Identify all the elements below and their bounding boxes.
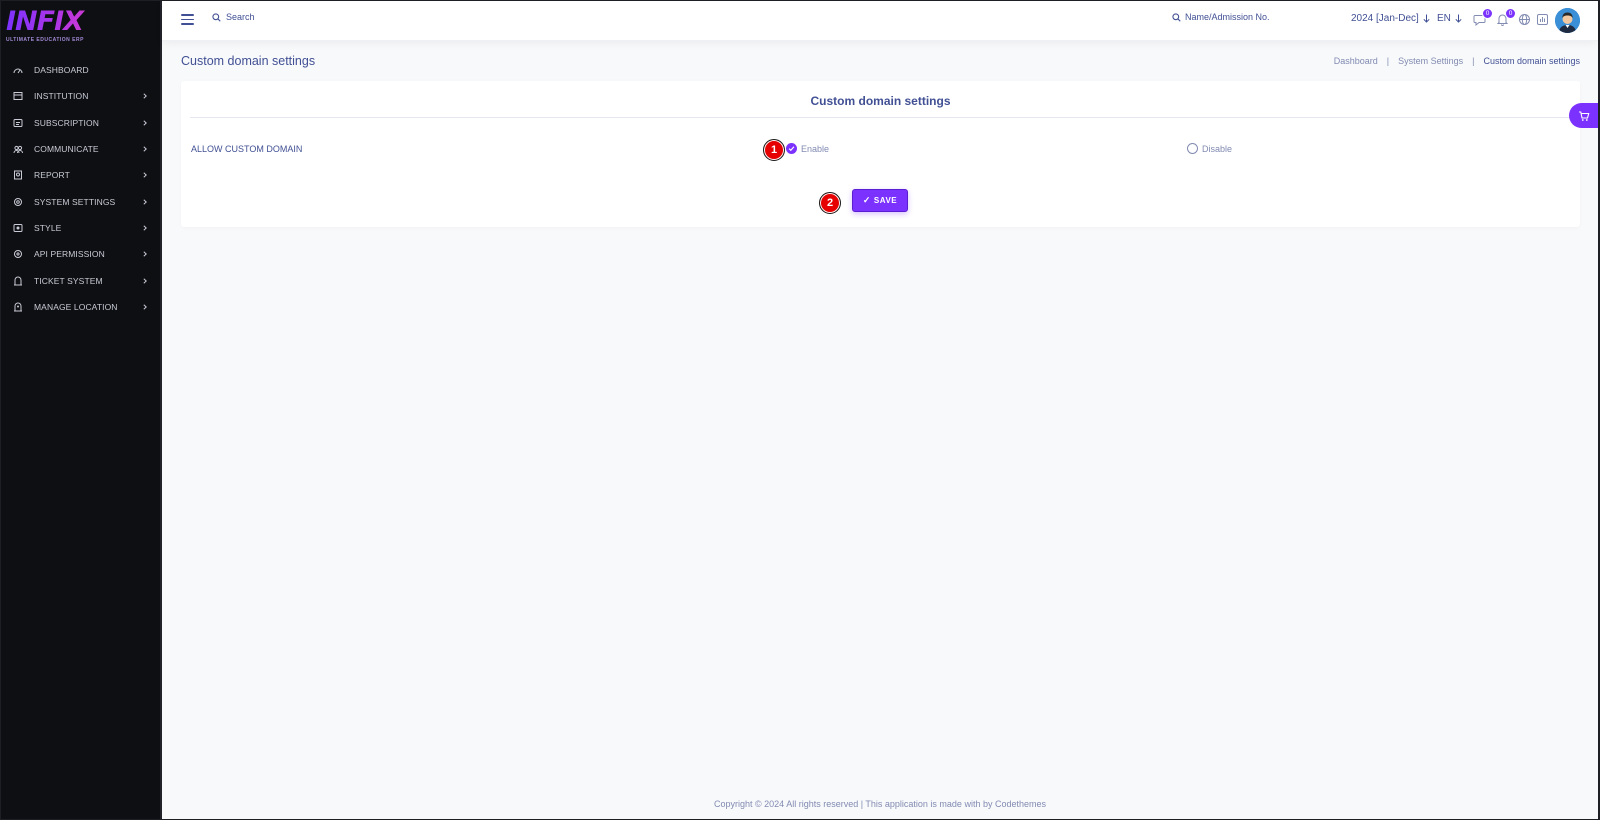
- floating-cart-button[interactable]: [1569, 103, 1599, 128]
- global-search: [212, 12, 386, 22]
- sidebar-item-label: INSTITUTION: [34, 91, 89, 102]
- sidebar-item-api-permission[interactable]: API PERMISSION: [0, 241, 160, 267]
- ticket-icon: [13, 276, 23, 286]
- notifications-badge: 0: [1505, 8, 1516, 19]
- chevron-right-icon: [142, 251, 148, 257]
- institution-icon: [13, 91, 23, 101]
- session-selector[interactable]: 2024 [Jan-Dec]: [1351, 13, 1430, 24]
- sidebar: INFIX ULTIMATE EDUCATION ERP DASHBOARD IN…: [0, 0, 162, 820]
- sidebar-item-style[interactable]: STYLE: [0, 215, 160, 241]
- sidebar-item-label: TICKET SYSTEM: [34, 275, 103, 286]
- radio-unchecked-icon: [1187, 143, 1198, 154]
- analytics-button[interactable]: [1536, 13, 1549, 26]
- cart-icon: [1579, 110, 1590, 121]
- breadcrumb-system-settings[interactable]: System Settings: [1398, 56, 1463, 66]
- step-marker-1: 1: [763, 139, 785, 161]
- communicate-icon: [13, 144, 23, 154]
- breadcrumb-separator: |: [1386, 56, 1390, 66]
- search-input[interactable]: [226, 12, 386, 22]
- sidebar-item-label: STYLE: [34, 222, 62, 233]
- sidebar-item-dashboard[interactable]: DASHBOARD: [0, 57, 160, 83]
- enable-label: Enable: [801, 143, 830, 154]
- breadcrumb-separator: |: [1472, 56, 1475, 66]
- check-icon: ✓: [862, 195, 871, 205]
- logo-text: INFIX: [6, 8, 156, 36]
- sidebar-item-subscription[interactable]: SUBSCRIPTION: [0, 110, 160, 136]
- sidebar-item-label: API PERMISSION: [34, 249, 105, 260]
- allow-custom-domain-label: ALLOW CUSTOM DOMAIN: [191, 144, 303, 154]
- footer-copyright: Copyright © 2024 All rights reserved | T…: [714, 799, 1046, 809]
- sidebar-item-label: REPORT: [34, 170, 70, 181]
- sidebar-item-manage-location[interactable]: MANAGE LOCATION: [0, 294, 160, 320]
- messages-badge: 0: [1482, 8, 1493, 19]
- search-icon: [1172, 12, 1181, 22]
- chevron-right-icon: [142, 146, 148, 152]
- style-icon: [13, 223, 23, 233]
- page-title: Custom domain settings: [181, 54, 316, 68]
- settings-icon: [13, 197, 23, 207]
- sidebar-item-label: COMMUNICATE: [34, 144, 99, 155]
- chart-icon: [1537, 14, 1548, 25]
- website-button[interactable]: [1518, 13, 1531, 26]
- avatar[interactable]: [1555, 8, 1580, 33]
- chevron-right-icon: [142, 277, 148, 284]
- step-marker-2: 2: [819, 192, 841, 214]
- chevron-right-icon: [142, 120, 148, 126]
- chevron-right-icon: [142, 172, 148, 178]
- sidebar-item-ticket-system[interactable]: TICKET SYSTEM: [0, 267, 160, 293]
- enable-radio[interactable]: Enable: [786, 143, 829, 154]
- globe-icon: [1519, 14, 1530, 25]
- disable-label: Disable: [1202, 143, 1233, 154]
- logo-tagline: ULTIMATE EDUCATION ERP: [6, 37, 84, 43]
- sidebar-item-label: SYSTEM SETTINGS: [34, 196, 116, 207]
- chevron-right-icon: [142, 225, 148, 231]
- chevron-right-icon: [142, 304, 148, 310]
- sidebar-item-report[interactable]: REPORT: [0, 162, 160, 188]
- sidebar-item-communicate[interactable]: COMMUNICATE: [0, 136, 160, 162]
- custom-domain-card: Custom domain settings ALLOW CUSTOM DOMA…: [181, 81, 1580, 227]
- subscription-icon: [13, 118, 23, 128]
- chevron-right-icon: [142, 93, 148, 100]
- sidebar-nav: DASHBOARD INSTITUTION SUBSCRIPTION COMMUNIC…: [0, 57, 160, 320]
- sidebar-item-label: MANAGE LOCATION: [34, 301, 118, 312]
- notifications-button[interactable]: 0: [1496, 8, 1516, 26]
- logo[interactable]: INFIX ULTIMATE EDUCATION ERP: [6, 8, 156, 48]
- breadcrumb-current: Custom domain settings: [1483, 56, 1580, 66]
- arrow-down-icon: [1423, 14, 1430, 23]
- sidebar-item-institution[interactable]: INSTITUTION: [0, 83, 160, 109]
- student-search: [1172, 12, 1315, 22]
- divider: [190, 117, 1571, 118]
- breadcrumb-dashboard[interactable]: Dashboard: [1334, 56, 1378, 66]
- radio-checked-icon: [786, 143, 797, 154]
- dashboard-icon: [13, 65, 23, 75]
- messages-button[interactable]: 0: [1473, 8, 1493, 26]
- card-title: Custom domain settings: [810, 94, 951, 108]
- save-label: SAVE: [873, 196, 898, 205]
- student-search-input[interactable]: [1185, 12, 1315, 22]
- search-icon: [212, 12, 221, 22]
- language-selector[interactable]: EN: [1437, 13, 1462, 24]
- breadcrumb: Dashboard | System Settings | Custom dom…: [1334, 56, 1580, 66]
- top-header: 2024 [Jan-Dec] EN 0 0: [162, 0, 1598, 41]
- api-icon: [13, 249, 23, 259]
- session-label: 2024 [Jan-Dec]: [1351, 13, 1419, 24]
- sidebar-item-label: DASHBOARD: [34, 65, 89, 76]
- sidebar-item-label: SUBSCRIPTION: [34, 117, 99, 128]
- save-button[interactable]: ✓ SAVE: [852, 189, 908, 212]
- sidebar-item-system-settings[interactable]: SYSTEM SETTINGS: [0, 188, 160, 214]
- chevron-right-icon: [142, 199, 148, 205]
- arrow-down-icon: [1455, 14, 1462, 23]
- disable-radio[interactable]: Disable: [1187, 143, 1232, 154]
- menu-toggle-icon[interactable]: [181, 14, 194, 26]
- location-icon: [13, 302, 23, 312]
- user-avatar-icon: [1555, 8, 1580, 33]
- language-label: EN: [1437, 13, 1451, 24]
- report-icon: [13, 170, 23, 180]
